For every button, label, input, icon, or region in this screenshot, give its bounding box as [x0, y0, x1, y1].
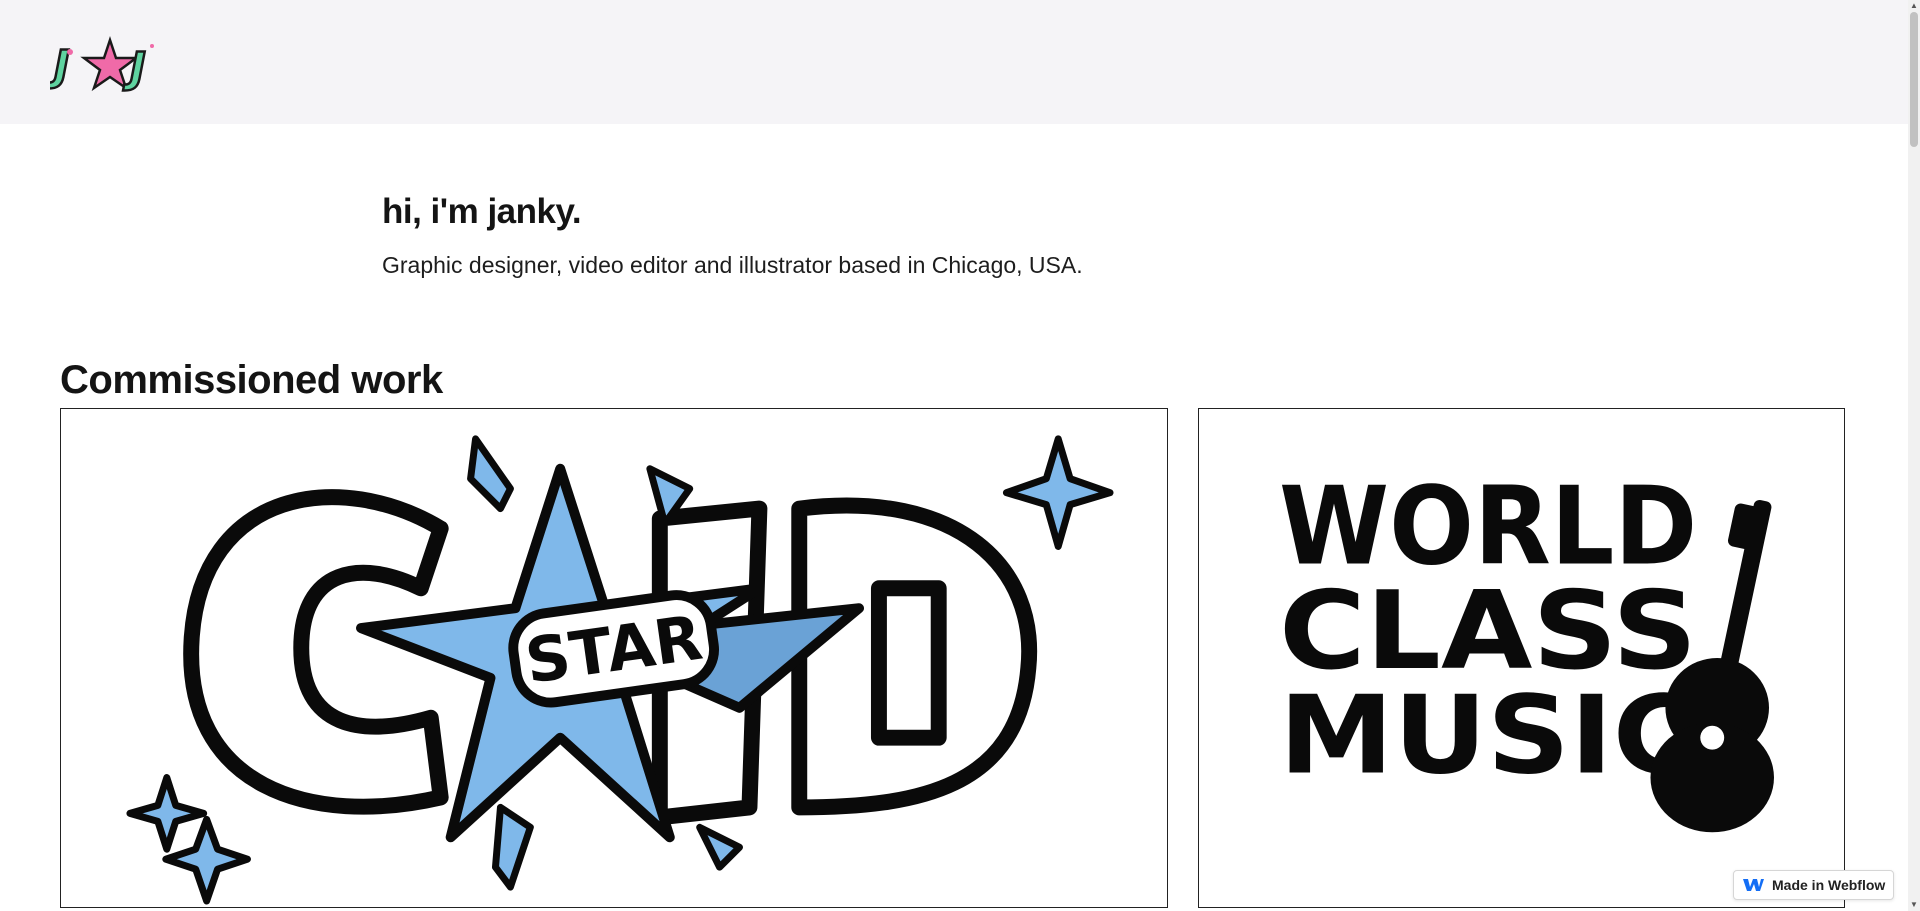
work-card-world-class-music[interactable]: WORLD CLASS MUSIC [1198, 408, 1845, 908]
svg-text:J: J [50, 41, 69, 90]
site-logo-link[interactable]: J J [46, 34, 170, 96]
cold-star-artwork: STAR [126, 435, 1114, 905]
webflow-icon [1743, 879, 1764, 891]
world-class-music-artwork: WORLD CLASS MUSIC [1279, 464, 1774, 833]
intro-heading: hi, i'm janky. [382, 192, 582, 231]
wcm-line-3: MUSIC [1279, 674, 1697, 799]
scrollbar-thumb[interactable] [1910, 12, 1918, 147]
site-navbar: J J [0, 0, 1908, 124]
janky-logo-icon: J J [46, 36, 154, 93]
made-in-webflow-badge[interactable]: Made in Webflow [1733, 870, 1894, 900]
page-scrollbar[interactable]: ▲ ▼ [1908, 0, 1920, 911]
svg-text:J: J [123, 43, 146, 92]
scroll-up-arrow-icon[interactable]: ▲ [1910, 2, 1918, 10]
commissioned-work-title: Commissioned work [60, 358, 443, 402]
scroll-down-arrow-icon[interactable]: ▼ [1910, 901, 1918, 909]
work-card-cold-star[interactable]: STAR [60, 408, 1168, 908]
intro-section: hi, i'm janky. Graphic designer, video e… [382, 192, 1083, 279]
webflow-badge-label: Made in Webflow [1772, 877, 1886, 893]
intro-subtitle: Graphic designer, video editor and illus… [382, 252, 1083, 278]
